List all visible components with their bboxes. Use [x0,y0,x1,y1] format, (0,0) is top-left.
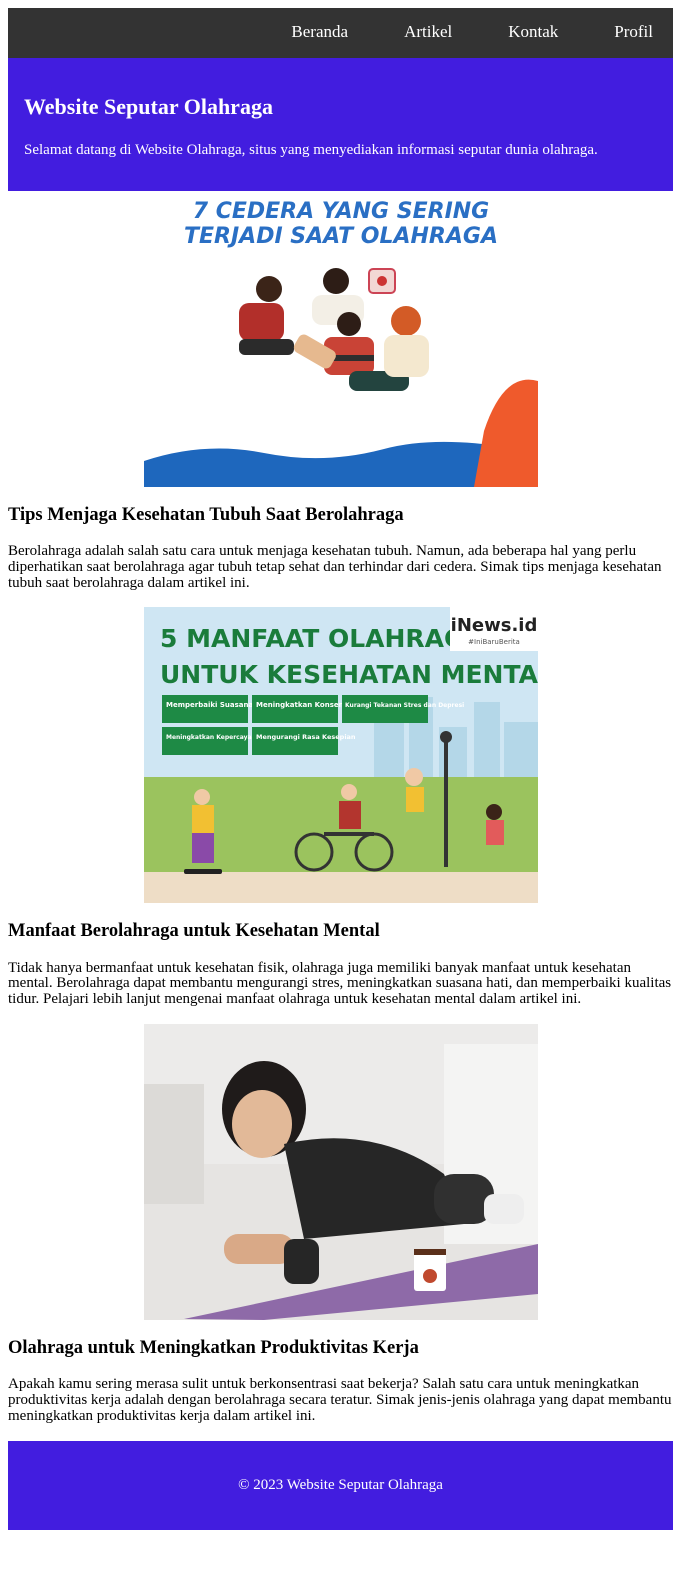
site-title: Website Seputar Olahraga [24,94,273,119]
image-headline-line-2: UNTUK KESEHATAN MENTAL [160,660,538,689]
article-body: Tidak hanya bermanfaat untuk kesehatan f… [8,959,672,1008]
site-header: Website Seputar Olahraga Selamat datang … [8,58,673,191]
image-headline-line-1: 7 CEDERA YANG SERING [192,199,489,224]
nav-link-profil[interactable]: Profil [594,22,673,44]
page: Beranda Artikel Kontak Profil Website Se… [0,0,681,1538]
article-title: Olahraga untuk Meningkatkan Produktivita… [8,1337,419,1358]
article-title: Manfaat Berolahraga untuk Kesehatan Ment… [8,921,380,942]
nav-link-kontak[interactable]: Kontak [488,22,578,44]
article-image-mental-health: 5 MANFAAT OLAHRAGA UNTUK KESEHATAN MENTA… [143,607,538,904]
site-footer: © 2023 Website Seputar Olahraga [8,1441,673,1531]
article-mental-health: 5 MANFAAT OLAHRAGA UNTUK KESEHATAN MENTA… [8,607,673,1007]
image-tag: Kurangi Tekanan Stres dan Depresi [345,702,464,709]
article-productivity: Olahraga untuk Meningkatkan Produktivita… [8,1023,673,1424]
nav-link-beranda[interactable]: Beranda [271,22,368,44]
image-headline-line-2: TERJADI SAAT OLAHRAGA [184,224,498,249]
injuries-illustration: 7 CEDERA YANG SERING TERJADI SAAT OLAHRA… [143,191,538,487]
nav-link-artikel[interactable]: Artikel [384,22,472,44]
image-brand: iNews.id [450,615,537,636]
article-image-injuries: 7 CEDERA YANG SERING TERJADI SAAT OLAHRA… [143,191,538,487]
image-headline-line-1: 5 MANFAAT OLAHRAGA [160,624,485,653]
article-injuries: 7 CEDERA YANG SERING TERJADI SAAT OLAHRA… [8,191,673,591]
top-nav: Beranda Artikel Kontak Profil [8,8,673,58]
mental-health-infographic: 5 MANFAAT OLAHRAGA UNTUK KESEHATAN MENTA… [143,607,538,904]
article-title: Tips Menjaga Kesehatan Tubuh Saat Berola… [8,505,404,525]
article-body: Apakah kamu sering merasa sulit untuk be… [8,1376,672,1424]
image-brand-tagline: #IniBaruBerita [468,638,520,646]
footer-copyright: © 2023 Website Seputar Olahraga [238,1477,443,1494]
article-image-productivity [143,1023,538,1320]
site-subtitle: Selamat datang di Website Olahraga, situ… [24,142,598,158]
article-body: Berolahraga adalah salah satu cara untuk… [8,543,662,591]
image-tag: Mengurangi Rasa Kesepian [256,733,356,741]
plank-photo [143,1023,538,1320]
